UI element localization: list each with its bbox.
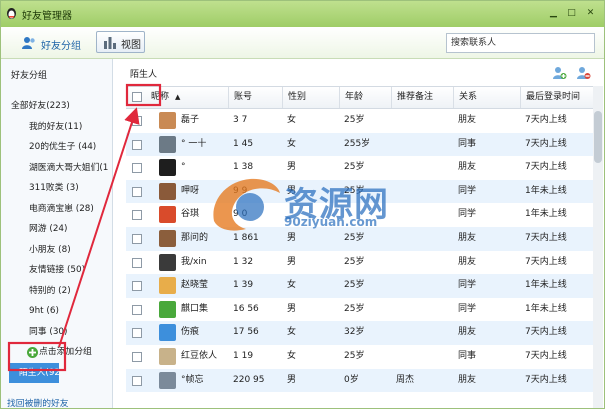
highlight-box-nickname — [125, 83, 162, 107]
friend-manager-window: 好友管理器 ▁ □ ✕ 好友分组 视图 搜索联系人 好友分组 全部好友(223)… — [0, 0, 605, 409]
highlight-box-strangers — [7, 341, 67, 372]
annotation-overlay — [7, 83, 162, 372]
annotation-arrow — [58, 107, 140, 348]
